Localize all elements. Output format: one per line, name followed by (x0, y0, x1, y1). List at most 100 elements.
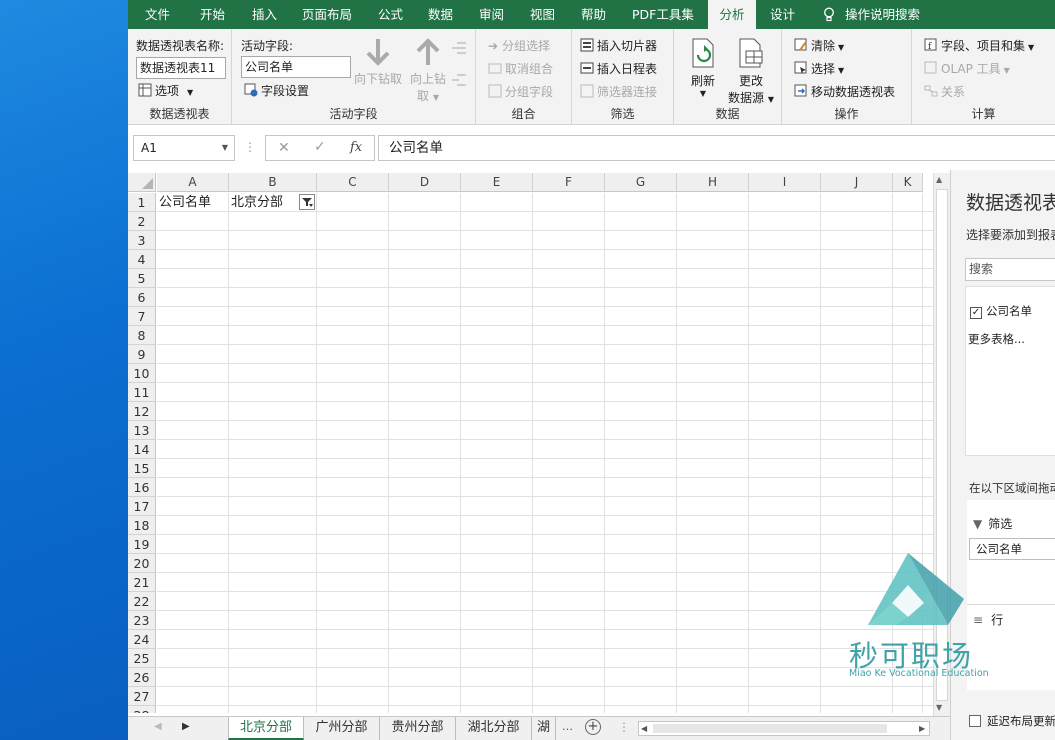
more-tables-link[interactable]: 更多表格... (968, 331, 1025, 347)
scroll-right-icon[interactable]: ▶ (919, 722, 925, 735)
row-header-20[interactable]: 20 (128, 554, 156, 573)
row-header-7[interactable]: 7 (128, 307, 156, 326)
row-header-22[interactable]: 22 (128, 592, 156, 611)
add-sheet-icon[interactable]: + (585, 719, 601, 735)
change-data-source-button[interactable]: 更改 数据源 ▼ (726, 37, 776, 106)
column-header-h[interactable]: H (677, 173, 749, 192)
field-settings-button[interactable]: 字段设置 (244, 82, 309, 99)
pivot-name-input[interactable]: 数据透视表11 (136, 57, 226, 79)
scroll-down-icon[interactable]: ▼ (936, 703, 942, 712)
row-header-21[interactable]: 21 (128, 573, 156, 592)
row-header-1[interactable]: 1 (128, 193, 156, 212)
fields-items-sets-button[interactable]: f 字段、项目和集 ▼ (924, 37, 1034, 54)
insert-timeline-button[interactable]: 插入日程表 (580, 60, 657, 77)
tab-insert[interactable]: 插入 (252, 0, 277, 29)
row-header-18[interactable]: 18 (128, 516, 156, 535)
tab-home[interactable]: 开始 (200, 0, 225, 29)
column-header-k[interactable]: K (893, 173, 923, 192)
row-header-11[interactable]: 11 (128, 383, 156, 402)
row-header-3[interactable]: 3 (128, 231, 156, 250)
pivot-options-button[interactable]: 选项 ▼ (138, 82, 193, 99)
move-pivottable-button[interactable]: 移动数据透视表 (794, 83, 895, 100)
hscroll-thumb[interactable] (653, 724, 887, 733)
checkbox-icon[interactable] (969, 715, 981, 727)
row-header-12[interactable]: 12 (128, 402, 156, 421)
tab-help[interactable]: 帮助 (581, 0, 606, 29)
row-header-8[interactable]: 8 (128, 326, 156, 345)
tab-page-layout[interactable]: 页面布局 (302, 0, 352, 29)
sheet-tab-guizhou[interactable]: 贵州分部 (380, 717, 456, 740)
name-box[interactable]: A1 ▼ (133, 135, 235, 161)
formula-input[interactable]: 公司名单 (378, 135, 1055, 161)
active-field-input[interactable]: 公司名单 (241, 56, 351, 78)
row-header-14[interactable]: 14 (128, 440, 156, 459)
row-header-15[interactable]: 15 (128, 459, 156, 478)
tab-formulas[interactable]: 公式 (378, 0, 403, 29)
drill-down-button[interactable]: 向下钻取 (354, 37, 402, 87)
tab-analyze[interactable]: 分析 (708, 0, 756, 29)
filter-dropdown-button[interactable] (299, 194, 315, 210)
cell-a1[interactable]: 公司名单 (157, 193, 211, 212)
select-button[interactable]: 选择 ▼ (794, 60, 844, 77)
insert-slicer-button[interactable]: 插入切片器 (580, 37, 657, 54)
relationships-button[interactable]: 关系 (924, 83, 965, 100)
field-item-company[interactable]: ✓ 公司名单 (970, 303, 1032, 319)
check-icon[interactable]: ✓ (314, 139, 326, 155)
row-header-6[interactable]: 6 (128, 288, 156, 307)
column-header-c[interactable]: C (317, 173, 389, 192)
tab-data[interactable]: 数据 (428, 0, 453, 29)
tab-scroll-left-icon[interactable]: ◀ (154, 721, 162, 732)
tab-file[interactable]: 文件 (145, 0, 170, 29)
expand-field-button[interactable] (451, 41, 467, 58)
horizontal-scrollbar[interactable]: ◀ ▶ (638, 721, 930, 736)
tab-more-icon[interactable]: … (562, 720, 573, 733)
tab-view[interactable]: 视图 (530, 0, 555, 29)
worksheet-grid[interactable]: ABCDEFGHIJK 1 2 3 4 5 6 7 8 9 10 11 12 13 14 15 16 17 18 1… (128, 173, 938, 713)
row-header-17[interactable]: 17 (128, 497, 156, 516)
row-header-19[interactable]: 19 (128, 535, 156, 554)
olap-tools-button[interactable]: OLAP 工具 ▼ (924, 60, 1010, 77)
row-header-27[interactable]: 27 (128, 687, 156, 706)
tab-pdf-tools[interactable]: PDF工具集 (632, 0, 694, 29)
cancel-icon[interactable]: ✕ (278, 140, 290, 156)
sheet-tab-truncated[interactable]: 湖 (532, 717, 556, 740)
cell-b1[interactable]: 北京分部 (229, 193, 316, 212)
sheet-tab-hubei[interactable]: 湖北分部 (456, 717, 532, 740)
tab-splitter-icon[interactable]: ⋮ (618, 720, 630, 734)
row-header-26[interactable]: 26 (128, 668, 156, 687)
row-header-25[interactable]: 25 (128, 649, 156, 668)
sheet-tab-beijing[interactable]: 北京分部 (228, 717, 304, 740)
sheet-tab-guangzhou[interactable]: 广州分部 (304, 717, 380, 740)
group-field-button[interactable]: 分组字段 (488, 83, 553, 100)
row-header-23[interactable]: 23 (128, 611, 156, 630)
row-header-24[interactable]: 24 (128, 630, 156, 649)
refresh-button[interactable]: 刷新 ▼ (686, 37, 720, 98)
row-header-16[interactable]: 16 (128, 478, 156, 497)
row-header-28[interactable]: 28 (128, 706, 156, 713)
insert-function-button[interactable]: fx (350, 140, 362, 155)
column-header-j[interactable]: J (821, 173, 893, 192)
column-header-b[interactable]: B (229, 173, 317, 192)
collapse-field-button[interactable] (451, 73, 467, 90)
row-header-10[interactable]: 10 (128, 364, 156, 383)
clear-button[interactable]: 清除 ▼ (794, 37, 844, 54)
drill-up-button[interactable]: 向上钻 取 ▼ (406, 37, 450, 104)
tell-me-search[interactable]: 操作说明搜索 (823, 0, 920, 29)
scroll-left-icon[interactable]: ◀ (641, 722, 647, 735)
ungroup-button[interactable]: 取消组合 (488, 60, 553, 77)
row-header-2[interactable]: 2 (128, 212, 156, 231)
row-header-5[interactable]: 5 (128, 269, 156, 288)
column-header-f[interactable]: F (533, 173, 605, 192)
column-header-i[interactable]: I (749, 173, 821, 192)
field-search-input[interactable]: 搜索 (965, 258, 1055, 281)
defer-layout-update[interactable]: 延迟布局更新 (969, 713, 1055, 729)
tab-scroll-right-icon[interactable]: ▶ (182, 721, 190, 732)
tab-review[interactable]: 审阅 (479, 0, 504, 29)
column-header-a[interactable]: A (157, 173, 229, 192)
tab-design[interactable]: 设计 (770, 0, 795, 29)
column-header-g[interactable]: G (605, 173, 677, 192)
group-selection-button[interactable]: ➔ 分组选择 (488, 37, 550, 54)
row-header-13[interactable]: 13 (128, 421, 156, 440)
checkbox-checked-icon[interactable]: ✓ (970, 307, 982, 319)
row-header-9[interactable]: 9 (128, 345, 156, 364)
